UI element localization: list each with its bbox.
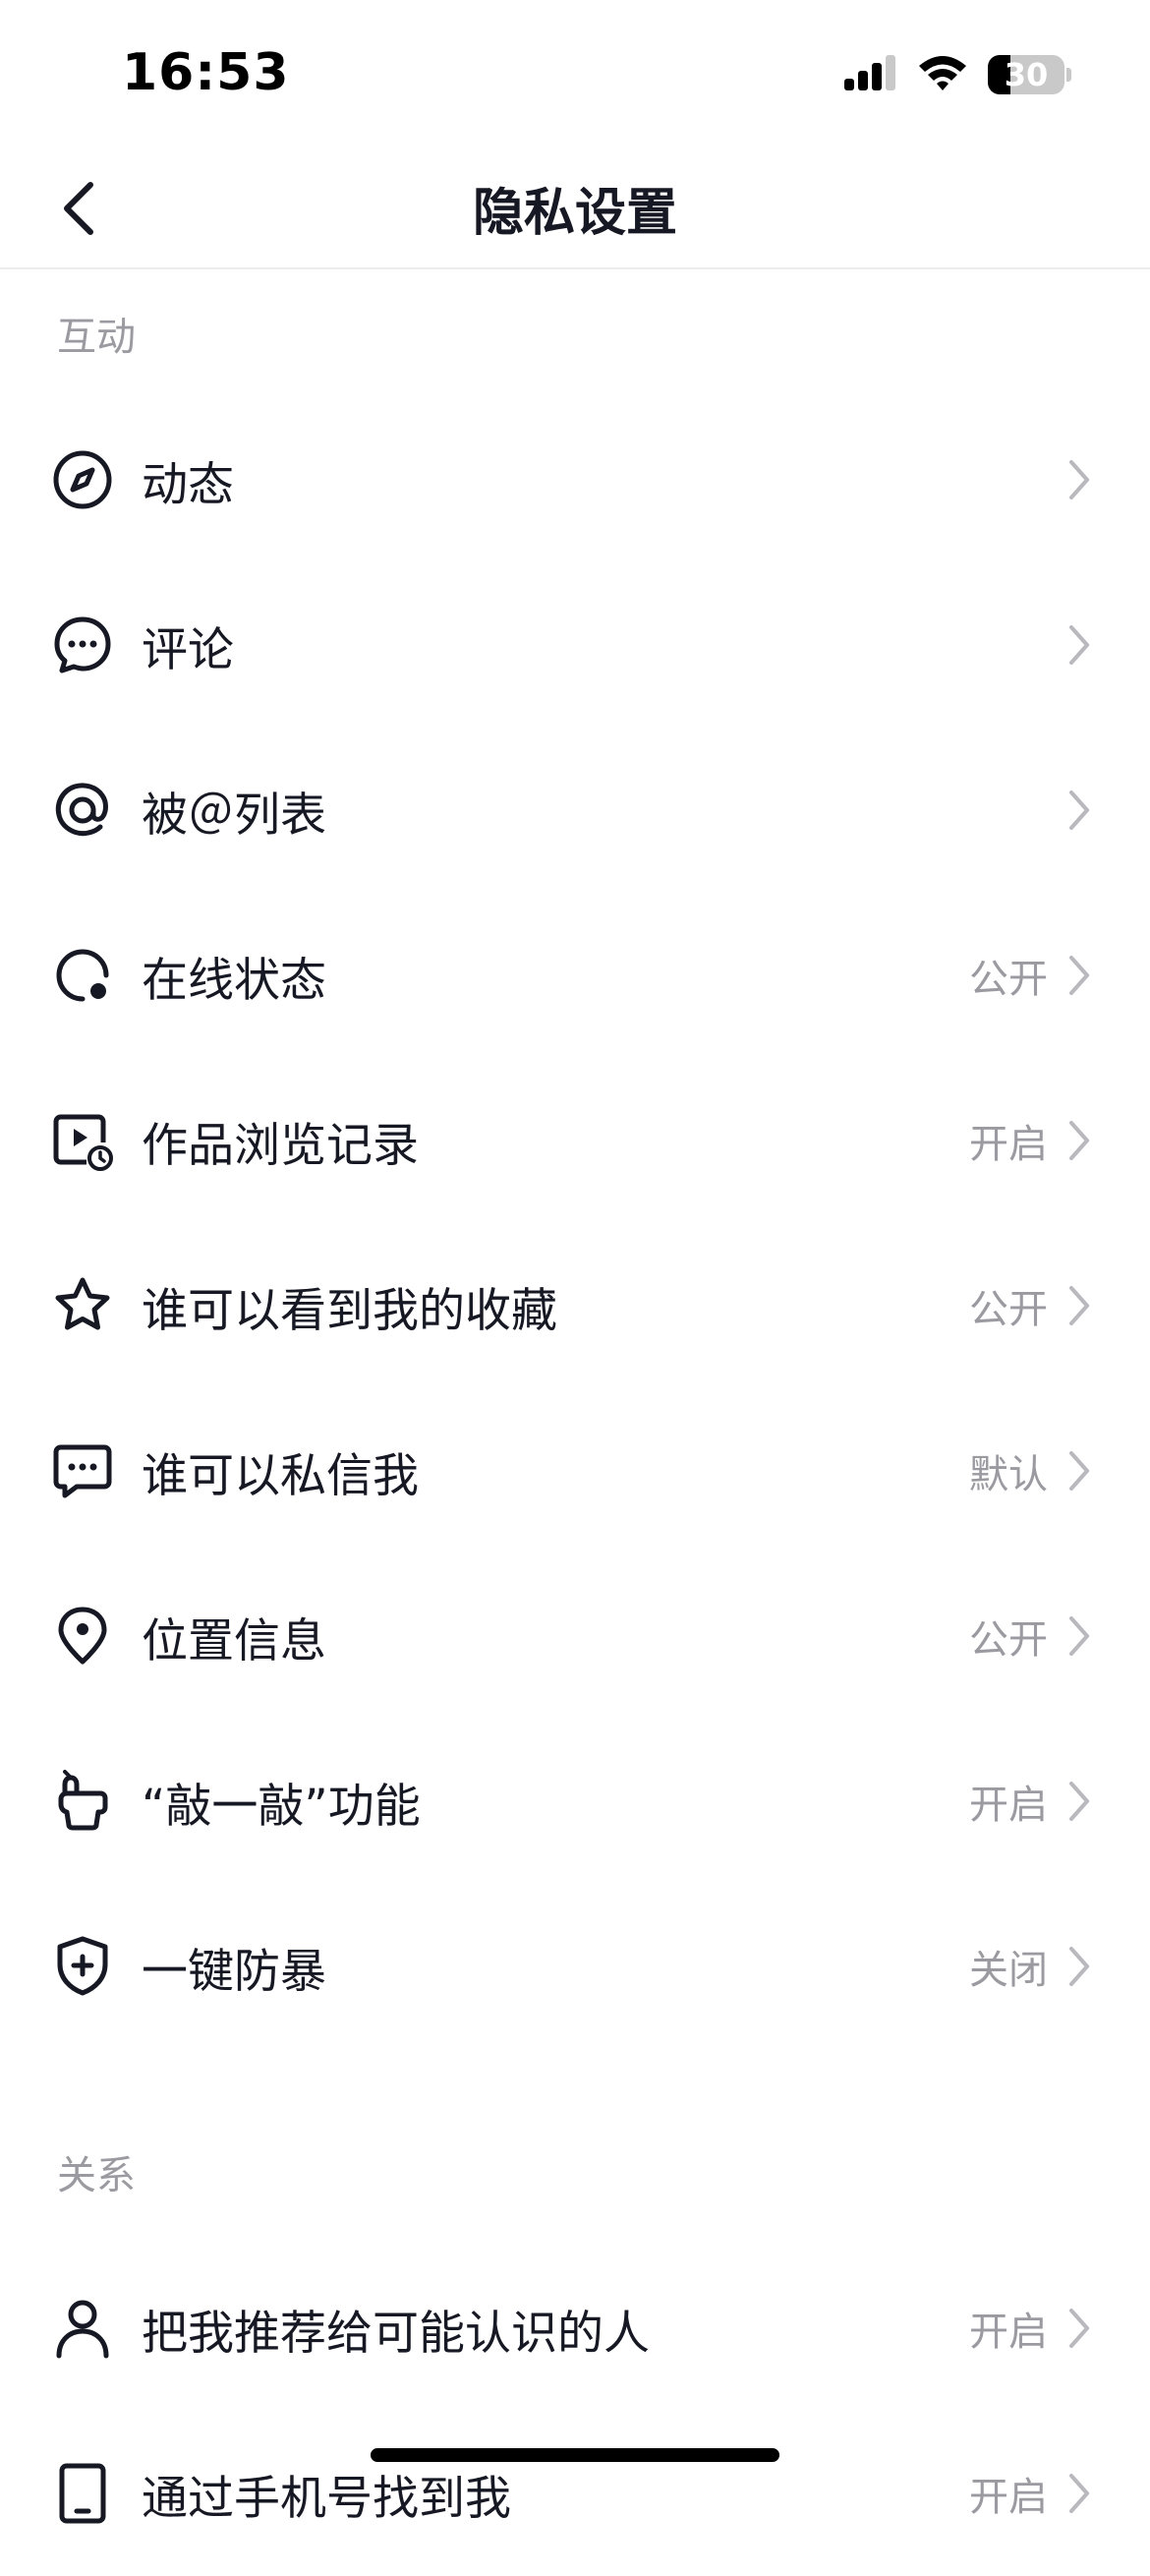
setting-row-favorites-visibility[interactable]: 谁可以看到我的收藏 公开 bbox=[0, 1223, 1150, 1388]
status-icons: 30 bbox=[844, 53, 1071, 96]
chevron-right-icon bbox=[1060, 2470, 1099, 2517]
setting-label: 一键防暴 bbox=[142, 1944, 326, 1999]
chevron-right-icon bbox=[1060, 2305, 1099, 2352]
setting-row-recommend-me[interactable]: 把我推荐给可能认识的人 开启 bbox=[0, 2246, 1150, 2411]
section-header-relations: 关系 bbox=[57, 2153, 136, 2198]
chevron-right-icon bbox=[1060, 1447, 1099, 1494]
setting-label: 被＠列表 bbox=[142, 788, 326, 843]
battery-cap bbox=[1066, 68, 1071, 82]
setting-value: 公开 bbox=[969, 1287, 1048, 1332]
setting-row-comments[interactable]: 评论 bbox=[0, 562, 1150, 728]
chevron-right-icon bbox=[1060, 1943, 1099, 1990]
setting-value: 默认 bbox=[969, 1452, 1048, 1497]
setting-row-find-by-phone[interactable]: 通过手机号找到我 开启 bbox=[0, 2411, 1150, 2576]
home-indicator[interactable] bbox=[371, 2448, 779, 2462]
setting-value: 开启 bbox=[969, 2310, 1048, 2355]
shield-plus-icon bbox=[51, 1935, 114, 1998]
wifi-icon bbox=[917, 53, 968, 96]
setting-value: 关闭 bbox=[969, 1948, 1048, 1993]
signal-icon bbox=[844, 53, 897, 96]
setting-row-knock[interactable]: “敲一敲”功能 开启 bbox=[0, 1719, 1150, 1884]
chevron-right-icon bbox=[1060, 787, 1099, 834]
nav-bar: 隐私设置 bbox=[0, 147, 1150, 269]
chevron-right-icon bbox=[1060, 1117, 1099, 1164]
setting-row-anti-harassment[interactable]: 一键防暴 关闭 bbox=[0, 1884, 1150, 2049]
battery-indicator: 30 bbox=[988, 55, 1064, 94]
chevron-right-icon bbox=[1060, 1612, 1099, 1660]
setting-row-direct-message[interactable]: 谁可以私信我 默认 bbox=[0, 1388, 1150, 1553]
setting-value: 开启 bbox=[969, 1122, 1048, 1167]
setting-label: 通过手机号找到我 bbox=[142, 2471, 511, 2526]
settings-list: 互动 动态 评论 被＠列表 在线状态 公开 作品浏览记录 开启 谁可以看到我的收… bbox=[0, 269, 1150, 2576]
phone-icon bbox=[51, 2462, 114, 2525]
setting-row-location[interactable]: 位置信息 公开 bbox=[0, 1553, 1150, 1719]
at-sign-icon bbox=[51, 779, 114, 842]
setting-value: 开启 bbox=[969, 2475, 1048, 2520]
page-title: 隐私设置 bbox=[472, 184, 677, 243]
star-icon bbox=[51, 1274, 114, 1337]
knock-icon bbox=[51, 1770, 114, 1833]
section-header-interaction: 互动 bbox=[57, 315, 136, 360]
setting-label: 把我推荐给可能认识的人 bbox=[142, 2306, 650, 2361]
setting-label: 谁可以看到我的收藏 bbox=[142, 1283, 557, 1338]
chevron-right-icon bbox=[1060, 1778, 1099, 1825]
setting-label: 动态 bbox=[142, 457, 234, 512]
setting-row-mentions[interactable]: 被＠列表 bbox=[0, 728, 1150, 893]
video-history-icon bbox=[51, 1109, 114, 1172]
chevron-right-icon bbox=[1060, 1282, 1099, 1329]
setting-label: “敲一敲”功能 bbox=[142, 1779, 421, 1834]
setting-value: 公开 bbox=[969, 957, 1048, 1002]
setting-row-view-history[interactable]: 作品浏览记录 开启 bbox=[0, 1058, 1150, 1223]
setting-label: 谁可以私信我 bbox=[142, 1448, 419, 1503]
setting-row-online-status[interactable]: 在线状态 公开 bbox=[0, 893, 1150, 1058]
setting-label: 位置信息 bbox=[142, 1613, 326, 1669]
setting-row-moments[interactable]: 动态 bbox=[0, 397, 1150, 562]
setting-label: 作品浏览记录 bbox=[142, 1118, 419, 1173]
status-bar: 16:53 30 bbox=[0, 0, 1150, 147]
status-time: 16:53 bbox=[122, 43, 290, 102]
message-icon bbox=[51, 1439, 114, 1502]
chevron-right-icon bbox=[1060, 621, 1099, 669]
setting-label: 评论 bbox=[142, 622, 234, 677]
comment-bubble-icon bbox=[51, 614, 114, 676]
online-status-icon bbox=[51, 944, 114, 1007]
location-pin-icon bbox=[51, 1605, 114, 1668]
chevron-right-icon bbox=[1060, 456, 1099, 503]
person-icon bbox=[51, 2297, 114, 2360]
setting-label: 在线状态 bbox=[142, 953, 326, 1008]
setting-value: 开启 bbox=[969, 1783, 1048, 1828]
chevron-right-icon bbox=[1060, 952, 1099, 999]
battery-level: 30 bbox=[1004, 56, 1049, 93]
compass-icon bbox=[51, 448, 114, 511]
setting-value: 公开 bbox=[969, 1617, 1048, 1663]
